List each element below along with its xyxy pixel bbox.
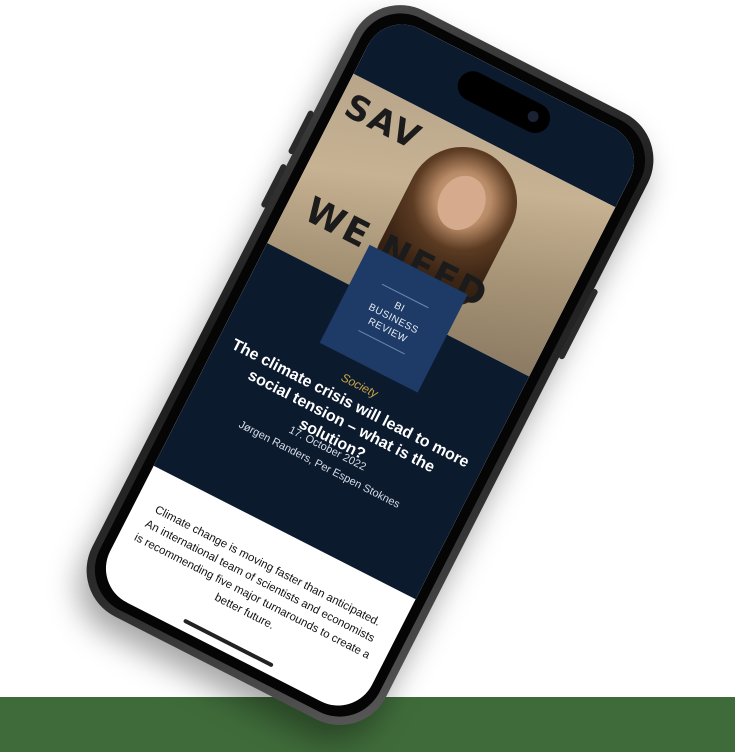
phone-device: SAV WE NEED BI BUSINESS REVIEW Society T… [68, 0, 672, 743]
stage: SAV WE NEED BI BUSINESS REVIEW Society T… [0, 0, 735, 752]
phone-screen: SAV WE NEED BI BUSINESS REVIEW Society T… [92, 11, 648, 719]
